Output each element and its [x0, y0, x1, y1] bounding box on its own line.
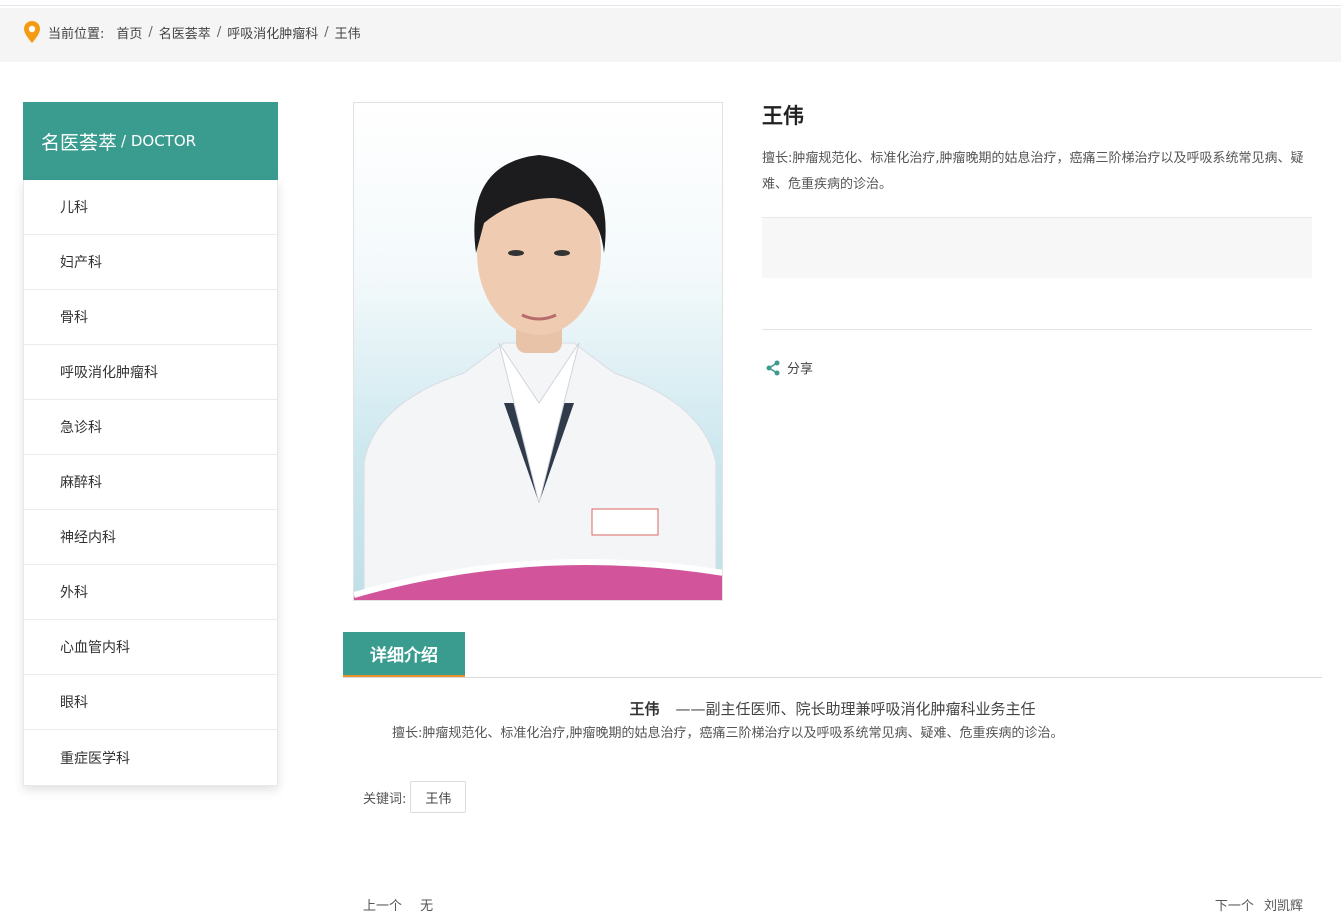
- next-link[interactable]: 刘凯辉: [1264, 899, 1303, 914]
- sidebar-item-neurology[interactable]: 神经内科: [24, 510, 277, 565]
- breadcrumb: 当前位置: 首页 / 名医荟萃 / 呼吸消化肿瘤科 / 王伟: [0, 8, 1341, 62]
- doctor-photo: [353, 102, 723, 601]
- breadcrumb-doctors-link[interactable]: 名医荟萃: [159, 23, 211, 42]
- detail-doctor-title: ——副主任医师、院长助理兼呼吸消化肿瘤科业务主任: [675, 700, 1036, 718]
- sidebar-title-cn: 名医荟萃: [41, 131, 118, 154]
- doctor-specialty: 擅长:肿瘤规范化、标准化治疗,肿瘤晚期的姑息治疗，癌痛三阶梯治疗以及呼吸系统常见…: [762, 151, 1304, 192]
- detail-doctor-name: 王伟: [629, 700, 660, 718]
- sidebar-item-surgery[interactable]: 外科: [24, 565, 277, 620]
- doctor-portrait-illustration: [354, 155, 722, 600]
- location-pin-icon: [24, 21, 40, 43]
- department-sidebar: 名医荟萃 / DOCTOR 儿科 妇产科 骨科 呼吸消化肿瘤科 急诊科 麻醉科 …: [23, 102, 278, 786]
- sidebar-item-respiratory-oncology[interactable]: 呼吸消化肿瘤科: [24, 345, 277, 400]
- share-label: 分享: [787, 362, 814, 377]
- breadcrumb-current: 王伟: [334, 27, 361, 42]
- keywords-label: 关键词:: [363, 791, 407, 807]
- breadcrumb-separator: /: [148, 25, 153, 40]
- prev-item: 上一个 无: [363, 895, 433, 914]
- breadcrumb-separator: /: [324, 25, 329, 40]
- breadcrumb-home-link[interactable]: 首页: [116, 23, 142, 42]
- keywords: 关键词: 王伟: [363, 781, 467, 813]
- sidebar-item-cardiology[interactable]: 心血管内科: [24, 620, 277, 675]
- detail-heading: 王伟 ——副主任医师、院长助理兼呼吸消化肿瘤科业务主任: [343, 698, 1322, 719]
- tab-detail[interactable]: 详细介绍: [343, 632, 465, 677]
- sidebar-list: 儿科 妇产科 骨科 呼吸消化肿瘤科 急诊科 麻醉科 神经内科 外科 心血管内科 …: [23, 180, 278, 786]
- info-box: [762, 217, 1312, 278]
- sidebar-item-pediatrics[interactable]: 儿科: [24, 180, 277, 235]
- share-icon: [766, 360, 780, 375]
- breadcrumb-separator: /: [216, 25, 222, 40]
- breadcrumb-prefix: 当前位置:: [48, 27, 105, 42]
- sidebar-item-anesthesiology[interactable]: 麻醉科: [24, 455, 277, 510]
- breadcrumb-department-link[interactable]: 呼吸消化肿瘤科: [227, 23, 318, 42]
- prev-link[interactable]: 无: [420, 899, 433, 914]
- sidebar-item-orthopedics[interactable]: 骨科: [24, 290, 277, 345]
- sidebar-title: 名医荟萃 / DOCTOR: [23, 102, 278, 180]
- sidebar-item-obstetrics[interactable]: 妇产科: [24, 235, 277, 290]
- prev-label: 上一个: [363, 899, 403, 914]
- doctor-name: 王伟: [762, 104, 804, 128]
- top-border: [0, 0, 1341, 6]
- divider: [762, 329, 1312, 330]
- tab-underline: [343, 677, 1322, 678]
- next-item: 下一个 刘凯辉: [1215, 895, 1303, 914]
- sidebar-item-ophthalmology[interactable]: 眼科: [24, 675, 277, 730]
- share-button[interactable]: 分享: [765, 358, 813, 377]
- detail-description: 擅长:肿瘤规范化、标准化治疗,肿瘤晚期的姑息治疗，癌痛三阶梯治疗以及呼吸系统常见…: [392, 726, 1064, 741]
- next-label: 下一个: [1214, 899, 1254, 914]
- sidebar-title-en: / DOCTOR: [121, 132, 197, 150]
- keyword-tag[interactable]: 王伟: [410, 781, 467, 813]
- sidebar-item-emergency[interactable]: 急诊科: [24, 400, 277, 455]
- sidebar-item-icu[interactable]: 重症医学科: [24, 730, 277, 785]
